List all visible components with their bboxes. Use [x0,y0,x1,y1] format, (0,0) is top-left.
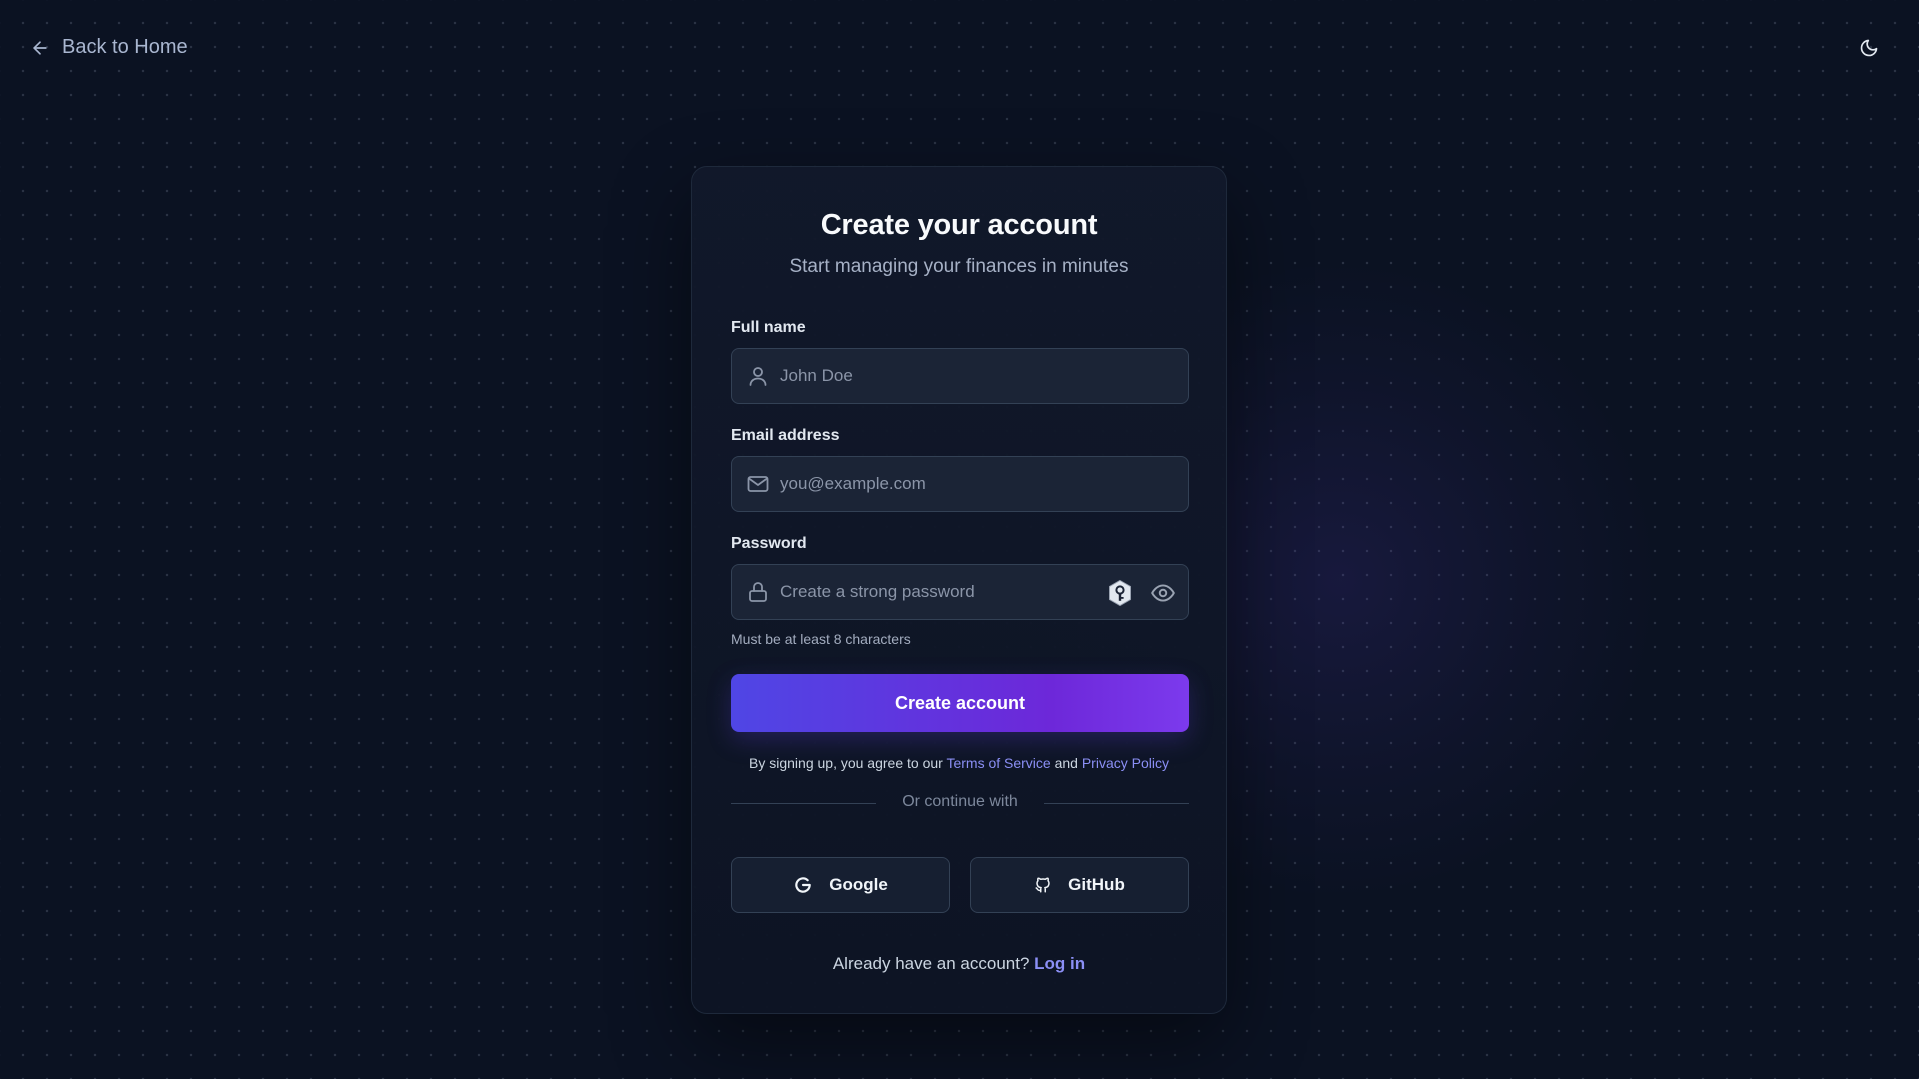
user-icon [746,364,770,388]
social-divider: Or continue with [731,793,1189,815]
google-icon [793,875,813,895]
page-subtitle: Start managing your finances in minutes [789,256,1129,277]
theme-toggle-button[interactable] [1855,36,1883,64]
password-label: Password [731,535,807,552]
create-account-button[interactable]: Create account [731,674,1189,732]
terms-conjunction: and [1050,755,1082,771]
github-icon [1034,876,1052,894]
login-prompt: Already have an account? Log in [692,954,1226,974]
full-name-field-box [731,348,1189,404]
google-signin-button[interactable]: Google [731,857,950,913]
back-to-home-link[interactable]: Back to Home [30,36,188,59]
moon-icon [1859,38,1879,63]
full-name-label: Full name [731,319,806,336]
signup-card: Create your account Start managing your … [691,166,1227,1014]
mail-icon [746,472,770,496]
lock-icon [746,580,770,604]
google-button-label: Google [829,875,888,894]
terms-notice: By signing up, you agree to our Terms of… [692,755,1226,771]
divider-line-right [1044,803,1189,804]
terms-prefix: By signing up, you agree to our [749,755,947,771]
terms-of-service-link[interactable]: Terms of Service [946,755,1050,771]
login-prompt-text: Already have an account? [832,954,1035,973]
email-label: Email address [731,427,840,444]
github-signin-button[interactable]: GitHub [970,857,1189,913]
login-link[interactable]: Log in [1034,954,1085,973]
arrow-left-icon [30,38,50,58]
privacy-policy-link[interactable]: Privacy Policy [1082,755,1169,771]
github-button-label: GitHub [1068,875,1125,894]
password-field-box [731,564,1189,620]
email-field-box [731,456,1189,512]
key-icon[interactable] [1107,579,1133,607]
eye-icon[interactable] [1150,580,1176,606]
page-title: Create your account [820,209,1098,241]
full-name-input[interactable] [780,349,1120,403]
back-to-home-label: Back to Home [62,36,188,58]
password-input[interactable] [780,565,1120,619]
password-hint: Must be at least 8 characters [731,631,911,647]
divider-text: Or continue with [902,793,1018,810]
email-input[interactable] [780,457,1120,511]
